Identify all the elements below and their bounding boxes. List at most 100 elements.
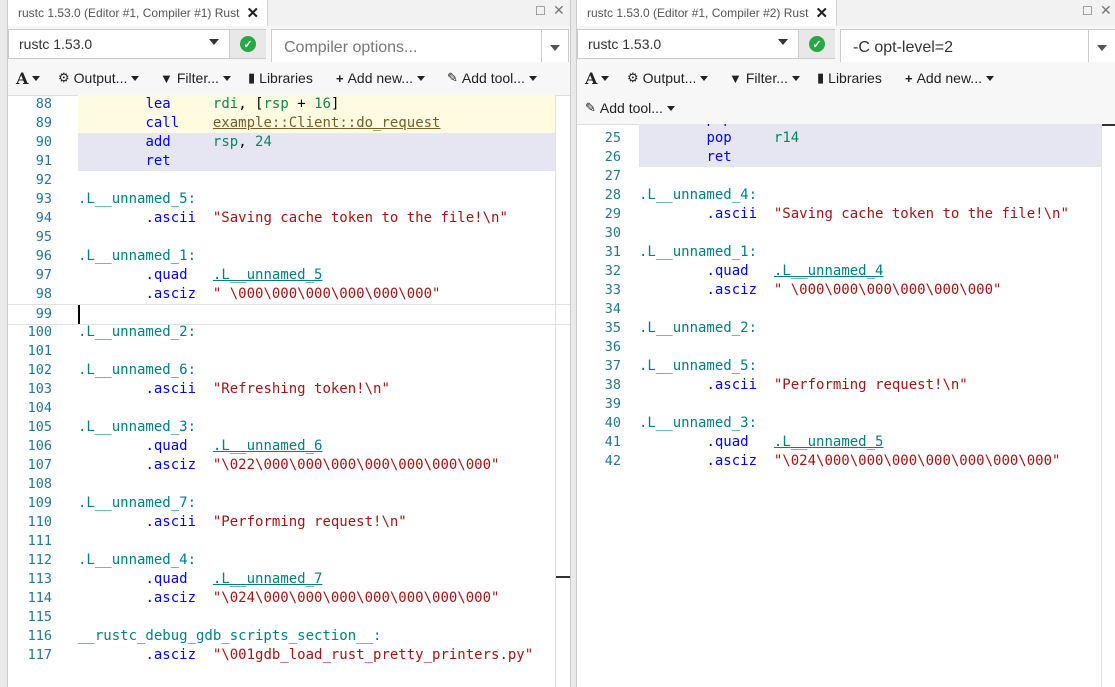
code-token[interactable]: .L__unnamed_5 — [774, 434, 884, 450]
close-pane-icon[interactable]: ✕ — [1100, 2, 1112, 19]
compiler-select[interactable]: rustc 1.53.0 — [8, 29, 230, 59]
font-size-button[interactable]: A — [585, 67, 610, 89]
code-line[interactable]: 39 — [577, 395, 1115, 414]
code-line[interactable]: 31 .L__unnamed_1: — [577, 243, 1115, 262]
code-token: 16 — [314, 96, 331, 112]
code-token: .L__unnamed_7: — [78, 495, 197, 511]
code-line[interactable]: 97 .quad .L__unnamed_5 — [8, 266, 570, 285]
output-button[interactable]: ⚙ Output... — [58, 67, 140, 89]
code-line[interactable]: 90 add rsp, 24 — [36, 133, 556, 152]
code-line[interactable]: 102 .L__unnamed_6: — [8, 361, 570, 380]
close-pane-icon[interactable]: ✕ — [553, 2, 565, 19]
asm-output-editor[interactable]: 117 .asciz "\001gdb_load_rust_pretty_pri… — [8, 95, 570, 687]
code-token[interactable]: :: — [339, 115, 356, 131]
code-token[interactable]: .L__unnamed_5 — [213, 267, 323, 283]
tab-compiler-2[interactable]: rustc 1.53.0 (Editor #1, Compiler #2) Ru… — [577, 0, 838, 26]
code-text: .asciz " \000\000\000\000\000\000" — [639, 281, 1001, 300]
code-line[interactable]: 107 .asciz "\022\000\000\000\000\000\000… — [8, 456, 570, 475]
code-line[interactable]: 92 — [8, 171, 570, 190]
code-line[interactable]: 26 ret — [605, 148, 1102, 167]
code-line[interactable]: 27 — [577, 167, 1115, 186]
code-line[interactable]: 42 .asciz "\024\000\000\000\000\000\000\… — [577, 452, 1115, 471]
wrench-icon: ✎ — [585, 100, 596, 115]
code-line[interactable]: 35 .L__unnamed_2: — [577, 319, 1115, 338]
code-line[interactable]: 32 .quad .L__unnamed_4 — [577, 262, 1115, 281]
code-line[interactable]: 37 .L__unnamed_5: — [577, 357, 1115, 376]
code-line[interactable]: 116 __rustc_debug_gdb_scripts_section__: — [8, 627, 570, 646]
code-line[interactable]: 105 .L__unnamed_3: — [8, 418, 570, 437]
code-token: .L__unnamed_4: — [78, 552, 197, 568]
code-line[interactable]: 109 .L__unnamed_7: — [8, 494, 570, 513]
add-new-button[interactable]: + Add new... — [905, 67, 994, 89]
close-icon[interactable]: ✕ — [815, 4, 828, 22]
code-line[interactable]: 91 ret — [36, 152, 556, 171]
code-line[interactable]: 25 pop r14 — [605, 129, 1102, 148]
code-token[interactable]: :: — [272, 115, 289, 131]
output-button[interactable]: ⚙ Output... — [627, 67, 709, 89]
compiler-select[interactable]: rustc 1.53.0 — [577, 29, 799, 59]
add-new-button[interactable]: + Add new... — [336, 67, 425, 89]
tab-compiler-1[interactable]: rustc 1.53.0 (Editor #1, Compiler #1) Ru… — [8, 0, 269, 26]
code-token: .L__unnamed_1: — [639, 244, 758, 260]
code-line[interactable]: 110 .ascii "Performing request!\n" — [8, 513, 570, 532]
code-token[interactable]: .L__unnamed_4 — [774, 263, 884, 279]
libraries-button[interactable]: ▮ Libraries — [248, 67, 313, 89]
code-line[interactable]: 41 .quad .L__unnamed_5 — [577, 433, 1115, 452]
filter-button[interactable]: ▼ Filter... — [729, 67, 800, 89]
code-line[interactable]: 29 .ascii "Saving cache token to the fil… — [577, 205, 1115, 224]
code-text: .asciz "\024\000\000\000\000\000\000\000… — [639, 452, 1060, 471]
maximize-icon[interactable]: ☐ — [1082, 4, 1093, 18]
code-line[interactable]: 89 call example::Client::do_request — [36, 114, 556, 133]
add-tool-button[interactable]: ✎ Add tool... — [585, 97, 675, 119]
code-line[interactable]: 28 .L__unnamed_4: — [577, 186, 1115, 205]
maximize-icon[interactable]: ☐ — [535, 4, 546, 18]
scrollbar[interactable] — [555, 95, 570, 687]
code-line[interactable]: 24 pop — [605, 124, 1102, 129]
code-line[interactable]: 95 — [8, 228, 570, 247]
code-line[interactable]: 111 — [8, 532, 570, 551]
code-line[interactable]: 115 — [8, 608, 570, 627]
code-line[interactable]: 112 .L__unnamed_4: — [8, 551, 570, 570]
code-line[interactable]: 38 .ascii "Performing request!\n" — [577, 376, 1115, 395]
code-token[interactable]: Client — [289, 115, 340, 131]
code-line[interactable]: 101 — [8, 342, 570, 361]
line-number: 28 — [604, 187, 621, 203]
code-line[interactable]: 114 .asciz "\024\000\000\000\000\000\000… — [8, 589, 570, 608]
code-line[interactable]: 88 lea rdi, [rsp + 16] — [36, 95, 556, 114]
code-line[interactable]: 113 .quad .L__unnamed_7 — [8, 570, 570, 589]
code-line[interactable]: 36 — [577, 338, 1115, 357]
code-line[interactable]: 94 .ascii "Saving cache token to the fil… — [8, 209, 570, 228]
code-token[interactable]: do_request — [356, 115, 440, 131]
code-line[interactable]: 30 — [577, 224, 1115, 243]
filter-button[interactable]: ▼ Filter... — [160, 67, 231, 89]
code-line[interactable]: 33 .asciz " \000\000\000\000\000\000" — [577, 281, 1115, 300]
code-line[interactable]: 100 .L__unnamed_2: — [8, 323, 570, 342]
code-line[interactable]: 99 — [8, 304, 570, 325]
code-line[interactable]: 117 .asciz "\001gdb_load_rust_pretty_pri… — [8, 646, 570, 665]
code-line[interactable]: 98 .asciz " \000\000\000\000\000\000" — [8, 285, 570, 304]
libraries-button[interactable]: ▮ Libraries — [817, 67, 882, 89]
code-line[interactable]: 93 .L__unnamed_5: — [8, 190, 570, 209]
scrollbar[interactable] — [1101, 124, 1115, 687]
code-line[interactable]: 104 — [8, 399, 570, 418]
code-line[interactable]: 106 .quad .L__unnamed_6 — [8, 437, 570, 456]
code-line[interactable]: 103 .ascii "Refreshing token!\n" — [8, 380, 570, 399]
line-number: 107 — [27, 457, 52, 473]
code-line[interactable]: 96 .L__unnamed_1: — [8, 247, 570, 266]
code-line[interactable]: 34 — [577, 300, 1115, 319]
line-number: 33 — [604, 282, 621, 298]
code-line[interactable]: 40 .L__unnamed_3: — [577, 414, 1115, 433]
code-text: .L__unnamed_6: — [78, 361, 196, 380]
code-token: + — [288, 96, 315, 112]
add-tool-button[interactable]: ✎ Add tool... — [447, 67, 537, 89]
code-token[interactable]: example — [213, 115, 272, 131]
close-icon[interactable]: ✕ — [246, 4, 259, 22]
asm-output-editor[interactable]: 42 .asciz "\024\000\000\000\000\000\000\… — [577, 124, 1115, 687]
code-line[interactable]: 108 — [8, 475, 570, 494]
code-token[interactable]: .L__unnamed_6 — [213, 438, 323, 454]
code-token: .quad — [145, 267, 188, 283]
code-token[interactable]: .L__unnamed_7 — [213, 571, 323, 587]
font-size-button[interactable]: A — [16, 67, 41, 89]
